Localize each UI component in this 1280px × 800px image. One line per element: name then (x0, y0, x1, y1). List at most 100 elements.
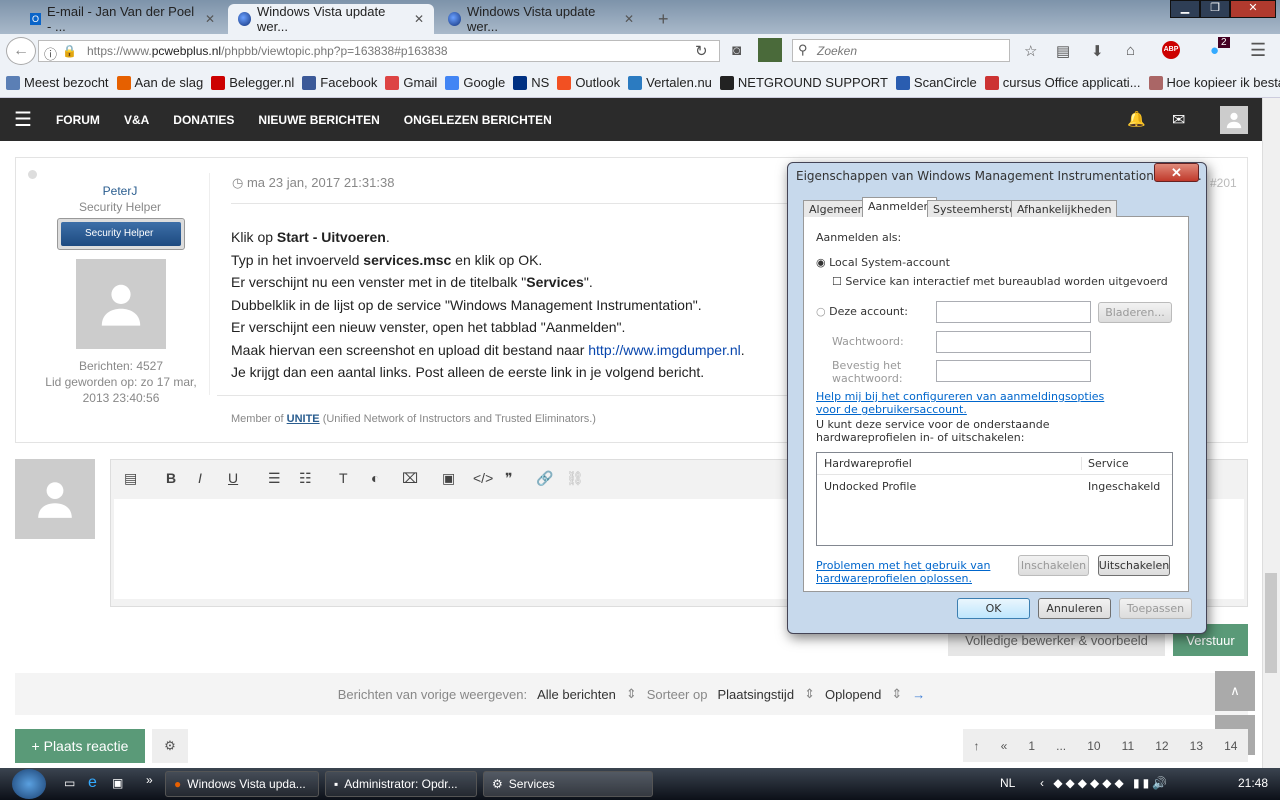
page-scrollbar[interactable] (1262, 98, 1280, 768)
bookmark-item[interactable]: NETGROUND SUPPORT (719, 75, 888, 90)
imgdumper-link[interactable]: http://www.imgdumper.nl (588, 342, 741, 358)
order-select[interactable]: Oplopend (825, 687, 881, 702)
task-services[interactable]: ⚙ Services (483, 771, 653, 797)
underline-icon[interactable]: U (228, 470, 238, 486)
page-link[interactable]: 11 (1122, 739, 1134, 753)
unlink-icon[interactable]: ⛓ (566, 470, 584, 487)
pocket-icon[interactable]: ◙ (732, 42, 741, 59)
language-indicator[interactable]: NL (1000, 776, 1015, 790)
disable-button[interactable]: Uitschakelen (1098, 555, 1170, 576)
lock-warning-icon[interactable]: 🔒 (62, 44, 77, 58)
remove-format-icon[interactable]: ⌧ (402, 470, 418, 487)
confirm-field[interactable] (936, 360, 1091, 382)
code-icon[interactable]: </> (473, 470, 493, 486)
enable-button[interactable]: Inschakelen (1018, 555, 1089, 576)
switch-windows-icon[interactable]: ▣ (112, 776, 123, 790)
post-number[interactable]: #201 (1210, 176, 1237, 190)
this-account-radio[interactable]: ○ Deze account: (816, 305, 908, 318)
nav-nieuwe-berichten[interactable]: NIEUWE BERICHTEN (258, 113, 379, 127)
numbered-list-icon[interactable]: ☷ (299, 470, 312, 487)
nav-forum[interactable]: FORUM (56, 113, 100, 127)
new-tab-button[interactable]: + (648, 4, 679, 34)
italic-icon[interactable]: I (198, 470, 202, 486)
bullet-list-icon[interactable]: ☰ (268, 470, 281, 487)
password-field[interactable] (936, 331, 1091, 353)
page-link[interactable]: 12 (1155, 739, 1168, 753)
show-desktop-icon[interactable]: ▭ (64, 776, 75, 790)
user-avatar[interactable] (1220, 106, 1248, 134)
bookmark-item[interactable]: Hoe kopieer ik bestan... (1148, 75, 1280, 90)
page-link[interactable]: ... (1056, 739, 1066, 753)
reload-icon[interactable]: ↻ (695, 42, 708, 60)
url-bar[interactable]: https://www. pcwebplus.nl/phpbb/viewtopic… (38, 40, 720, 62)
overflow-icon[interactable]: » (146, 773, 153, 787)
tab-algemeen[interactable]: Algemeen (803, 200, 871, 217)
restore-button[interactable]: ❐ (1200, 0, 1230, 18)
browse-button[interactable]: Bladeren... (1098, 302, 1172, 323)
download-icon[interactable]: ⬇ (1091, 42, 1104, 60)
reading-list-icon[interactable]: ▤ (1056, 42, 1070, 60)
menu-icon[interactable]: ☰ (1250, 40, 1266, 61)
close-icon[interactable]: ✕ (205, 12, 215, 26)
adblock-icon[interactable]: ABP (1162, 41, 1180, 59)
bookmark-item[interactable]: Facebook (302, 75, 377, 90)
bookmark-item[interactable]: Outlook (557, 75, 620, 90)
scroll-up-button[interactable]: ∧ (1215, 671, 1255, 711)
task-cmd[interactable]: ▪ Administrator: Opdr... (325, 771, 477, 797)
bookmark-item[interactable]: NS (513, 75, 549, 90)
page-link[interactable]: ↑ (974, 739, 980, 753)
tab-email[interactable]: O E-mail - Jan Van der Poel - ... ✕ (20, 4, 225, 34)
scrollbar-thumb[interactable] (1265, 573, 1277, 673)
close-icon[interactable]: ✕ (414, 12, 424, 26)
author-link[interactable]: PeterJ (30, 183, 210, 199)
profiles-list[interactable]: Hardwareprofiel Service Undocked Profile I… (816, 452, 1173, 546)
page-link[interactable]: « (1001, 739, 1008, 753)
info-icon[interactable]: ⓘ (44, 44, 57, 63)
bookmark-star-icon[interactable]: ☆ (1024, 42, 1037, 60)
bookmark-item[interactable]: Vertalen.nu (628, 75, 712, 90)
unite-link[interactable]: UNITE (287, 413, 320, 425)
bookmark-item[interactable]: Meest bezocht (6, 75, 109, 90)
dialog-close-button[interactable]: ✕ (1154, 163, 1199, 182)
page-link[interactable]: 1 (1028, 739, 1035, 753)
home-icon[interactable]: ⌂ (1126, 42, 1135, 59)
extension-icon[interactable] (758, 38, 782, 62)
col-service[interactable]: Service (1082, 457, 1129, 470)
tab-aanmelden[interactable]: Aanmelden (862, 197, 937, 217)
image-icon[interactable]: ▣ (442, 470, 455, 487)
minimize-button[interactable]: ▁ (1170, 0, 1200, 18)
page-link[interactable]: 10 (1087, 739, 1100, 753)
close-icon[interactable]: ✕ (624, 12, 634, 26)
cancel-button[interactable]: Annuleren (1038, 598, 1111, 619)
back-button[interactable]: ← (6, 37, 36, 65)
apply-button[interactable]: Toepassen (1119, 598, 1192, 619)
sort-select[interactable]: Plaatsingstijd (717, 687, 794, 702)
tray-icons[interactable]: ‹ ◆◆◆◆◆◆ ▮▮🔊 (1040, 776, 1170, 790)
quote-icon[interactable]: ❞ (505, 470, 513, 487)
bookmark-item[interactable]: Aan de slag (116, 75, 203, 90)
display-select[interactable]: Alle berichten (537, 687, 616, 702)
hamburger-icon[interactable]: ☰ (14, 107, 32, 132)
bookmark-item[interactable]: ScanCircle (895, 75, 977, 90)
bold-icon[interactable]: B (166, 470, 176, 486)
start-button[interactable] (12, 769, 46, 799)
page-link[interactable]: 14 (1224, 739, 1237, 753)
search-input[interactable]: Zoeken (792, 39, 1010, 62)
task-firefox[interactable]: ● Windows Vista upda... (165, 771, 319, 797)
mail-icon[interactable]: ✉ (1172, 110, 1185, 130)
source-icon[interactable]: ▤ (124, 470, 137, 487)
interact-checkbox[interactable]: ☐ Service kan interactief met bureaublad… (832, 275, 1168, 288)
bookmark-item[interactable]: Gmail (385, 75, 437, 90)
tab-afhankelijkheden[interactable]: Afhankelijkheden (1011, 200, 1118, 217)
clock[interactable]: 21:48 (1238, 776, 1268, 790)
tab-vista-2[interactable]: Windows Vista update wer... ✕ (438, 4, 644, 34)
local-system-radio[interactable]: ◉ Local System-account (816, 256, 950, 269)
link-icon[interactable]: 🔗 (536, 470, 553, 487)
nav-donaties[interactable]: DONATIES (173, 113, 234, 127)
profile-row[interactable]: Undocked Profile Ingeschakeld (817, 475, 1172, 497)
bookmark-item[interactable]: cursus Office applicati... (984, 75, 1141, 90)
account-field[interactable] (936, 301, 1091, 323)
col-profile[interactable]: Hardwareprofiel (817, 457, 1082, 470)
nav-va[interactable]: V&A (124, 113, 149, 127)
bookmark-item[interactable]: Google (445, 75, 505, 90)
